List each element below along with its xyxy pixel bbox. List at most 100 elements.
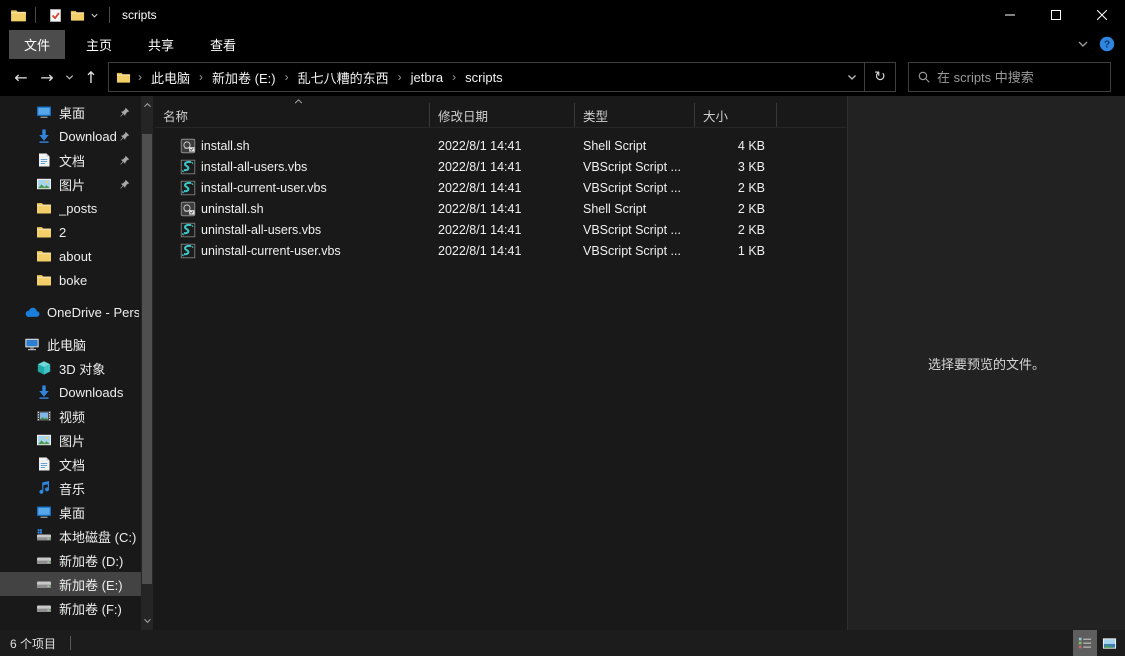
thumbnail-view-icon <box>1102 636 1117 651</box>
sidebar-item-about[interactable]: about <box>0 244 141 268</box>
videos-icon <box>36 408 52 424</box>
address-bar[interactable]: › 此电脑›新加卷 (E:)›乱七八糟的东西›jetbra›scripts ↻ <box>108 62 896 92</box>
sidebar-item-桌面[interactable]: 桌面 <box>0 500 141 524</box>
sidebar-item-3d-对象[interactable]: 3D 对象 <box>0 356 141 380</box>
breadcrumb-item[interactable]: jetbra <box>403 65 452 90</box>
file-name: install-current-user.vbs <box>201 181 327 195</box>
column-header-3[interactable]: 类型 <box>575 103 695 127</box>
sidebar-item-label: 新加卷 (D:) <box>59 551 123 570</box>
column-header-1[interactable]: 名称 <box>155 103 430 127</box>
folder-icon <box>36 248 52 264</box>
sidebar-item-label: boke <box>59 273 87 288</box>
column-header-4[interactable]: 大小 <box>695 103 777 127</box>
sort-ascending-icon <box>294 99 303 104</box>
scrollbar-thumb[interactable] <box>142 134 152 584</box>
scroll-up-icon[interactable] <box>141 98 153 112</box>
sidebar-item-图片[interactable]: 图片 <box>0 172 141 196</box>
vbscript-icon <box>180 159 196 175</box>
sidebar-item-label: 2 <box>59 225 66 240</box>
column-header-2[interactable]: 修改日期 <box>430 103 575 127</box>
sidebar-item-文档[interactable]: 文档 <box>0 452 141 476</box>
column-headers: 名称修改日期类型大小 <box>155 103 847 128</box>
sidebar-item-boke[interactable]: boke <box>0 268 141 292</box>
sidebar-scrollbar[interactable] <box>141 96 153 630</box>
cube-icon <box>36 360 52 376</box>
vbscript-icon <box>180 180 196 196</box>
sidebar-item-_posts[interactable]: _posts <box>0 196 141 220</box>
file-date-cell: 2022/8/1 14:41 <box>430 181 575 195</box>
file-row[interactable]: install.sh2022/8/1 14:41Shell Script4 KB <box>155 135 847 156</box>
disk-c-icon <box>36 528 52 544</box>
minimize-button[interactable] <box>987 0 1033 30</box>
sidebar-item-本地磁盘-c-[interactable]: 本地磁盘 (C:) <box>0 524 141 548</box>
tab-share[interactable]: 共享 <box>133 30 189 59</box>
scroll-down-icon[interactable] <box>141 614 153 628</box>
pictures-icon <box>36 176 52 192</box>
main-area: 桌面Downloads文档图片_posts2aboutbokeOneDrive … <box>0 96 1125 630</box>
sidebar-item-图片[interactable]: 图片 <box>0 428 141 452</box>
tab-home[interactable]: 主页 <box>71 30 127 59</box>
breadcrumb-item[interactable]: 乱七八糟的东西 <box>290 63 397 92</box>
thumbnail-view-button[interactable] <box>1097 630 1121 656</box>
file-row[interactable]: uninstall-all-users.vbs2022/8/1 14:41VBS… <box>155 219 847 240</box>
shell-script-icon <box>180 138 196 154</box>
desktop-icon <box>36 504 52 520</box>
titlebar-separator <box>35 7 36 23</box>
search-box[interactable] <box>908 62 1111 92</box>
sidebar-item-downloads[interactable]: Downloads <box>0 380 141 404</box>
file-size-cell: 1 KB <box>695 244 777 258</box>
qat-customize-chevron-icon[interactable] <box>90 11 99 20</box>
file-type-cell: Shell Script <box>575 139 695 153</box>
titlebar: scripts <box>0 0 1125 30</box>
breadcrumb-item[interactable]: 新加卷 (E:) <box>204 63 284 92</box>
back-button[interactable]: ← <box>8 64 34 90</box>
help-icon[interactable]: ? <box>1099 36 1115 52</box>
sidebar-item-2[interactable]: 2 <box>0 220 141 244</box>
folder-icon <box>115 69 131 85</box>
sidebar-item-新加卷-f-[interactable]: 新加卷 (F:) <box>0 596 141 620</box>
details-view-button[interactable] <box>1073 630 1097 656</box>
up-button[interactable]: ↑ <box>78 64 104 90</box>
details-view-icon <box>1078 636 1092 650</box>
file-row[interactable]: uninstall-current-user.vbs2022/8/1 14:41… <box>155 240 847 261</box>
refresh-button[interactable]: ↻ <box>865 63 895 91</box>
navigation-pane: 桌面Downloads文档图片_posts2aboutbokeOneDrive … <box>0 96 155 630</box>
sidebar-item-此电脑[interactable]: 此电脑 <box>0 332 141 356</box>
address-history-chevron-icon[interactable] <box>840 63 864 91</box>
search-input[interactable] <box>935 69 1089 86</box>
breadcrumb-item[interactable]: 此电脑 <box>143 63 198 92</box>
sidebar-item-文档[interactable]: 文档 <box>0 148 141 172</box>
sidebar-item-新加卷-e-[interactable]: 新加卷 (E:) <box>0 572 141 596</box>
file-row[interactable]: uninstall.sh2022/8/1 14:41Shell Script2 … <box>155 198 847 219</box>
sidebar-item-音乐[interactable]: 音乐 <box>0 476 141 500</box>
file-row[interactable]: install-all-users.vbs2022/8/1 14:41VBScr… <box>155 156 847 177</box>
file-name-cell: uninstall.sh <box>155 201 430 217</box>
ribbon-collapse-chevron-icon[interactable] <box>1077 40 1089 48</box>
qat-properties-button[interactable] <box>44 4 66 26</box>
qat-new-folder-button[interactable] <box>66 4 88 26</box>
maximize-button[interactable] <box>1033 0 1079 30</box>
sidebar-item-桌面[interactable]: 桌面 <box>0 100 141 124</box>
close-button[interactable] <box>1079 0 1125 30</box>
sidebar-item-onedrive-perso[interactable]: OneDrive - Perso <box>0 300 141 324</box>
check-document-icon <box>48 8 63 23</box>
recent-locations-chevron-icon[interactable] <box>60 64 78 90</box>
sidebar-item-label: about <box>59 249 92 264</box>
sidebar-item-视频[interactable]: 视频 <box>0 404 141 428</box>
file-date-cell: 2022/8/1 14:41 <box>430 202 575 216</box>
breadcrumb-item[interactable]: scripts <box>457 65 511 90</box>
preview-message: 选择要预览的文件。 <box>928 354 1045 373</box>
vbscript-icon <box>180 243 196 259</box>
sidebar-item-label: 桌面 <box>59 503 85 522</box>
tab-view[interactable]: 查看 <box>195 30 251 59</box>
forward-button[interactable]: → <box>34 64 60 90</box>
sidebar-item-downloads[interactable]: Downloads <box>0 124 141 148</box>
disk-icon <box>36 576 52 592</box>
column-header-blank <box>777 103 847 127</box>
tab-file[interactable]: 文件 <box>9 30 65 59</box>
svg-text:?: ? <box>1104 40 1110 51</box>
file-row[interactable]: install-current-user.vbs2022/8/1 14:41VB… <box>155 177 847 198</box>
file-type-cell: VBScript Script ... <box>575 244 695 258</box>
sidebar-item-新加卷-d-[interactable]: 新加卷 (D:) <box>0 548 141 572</box>
file-date-cell: 2022/8/1 14:41 <box>430 160 575 174</box>
